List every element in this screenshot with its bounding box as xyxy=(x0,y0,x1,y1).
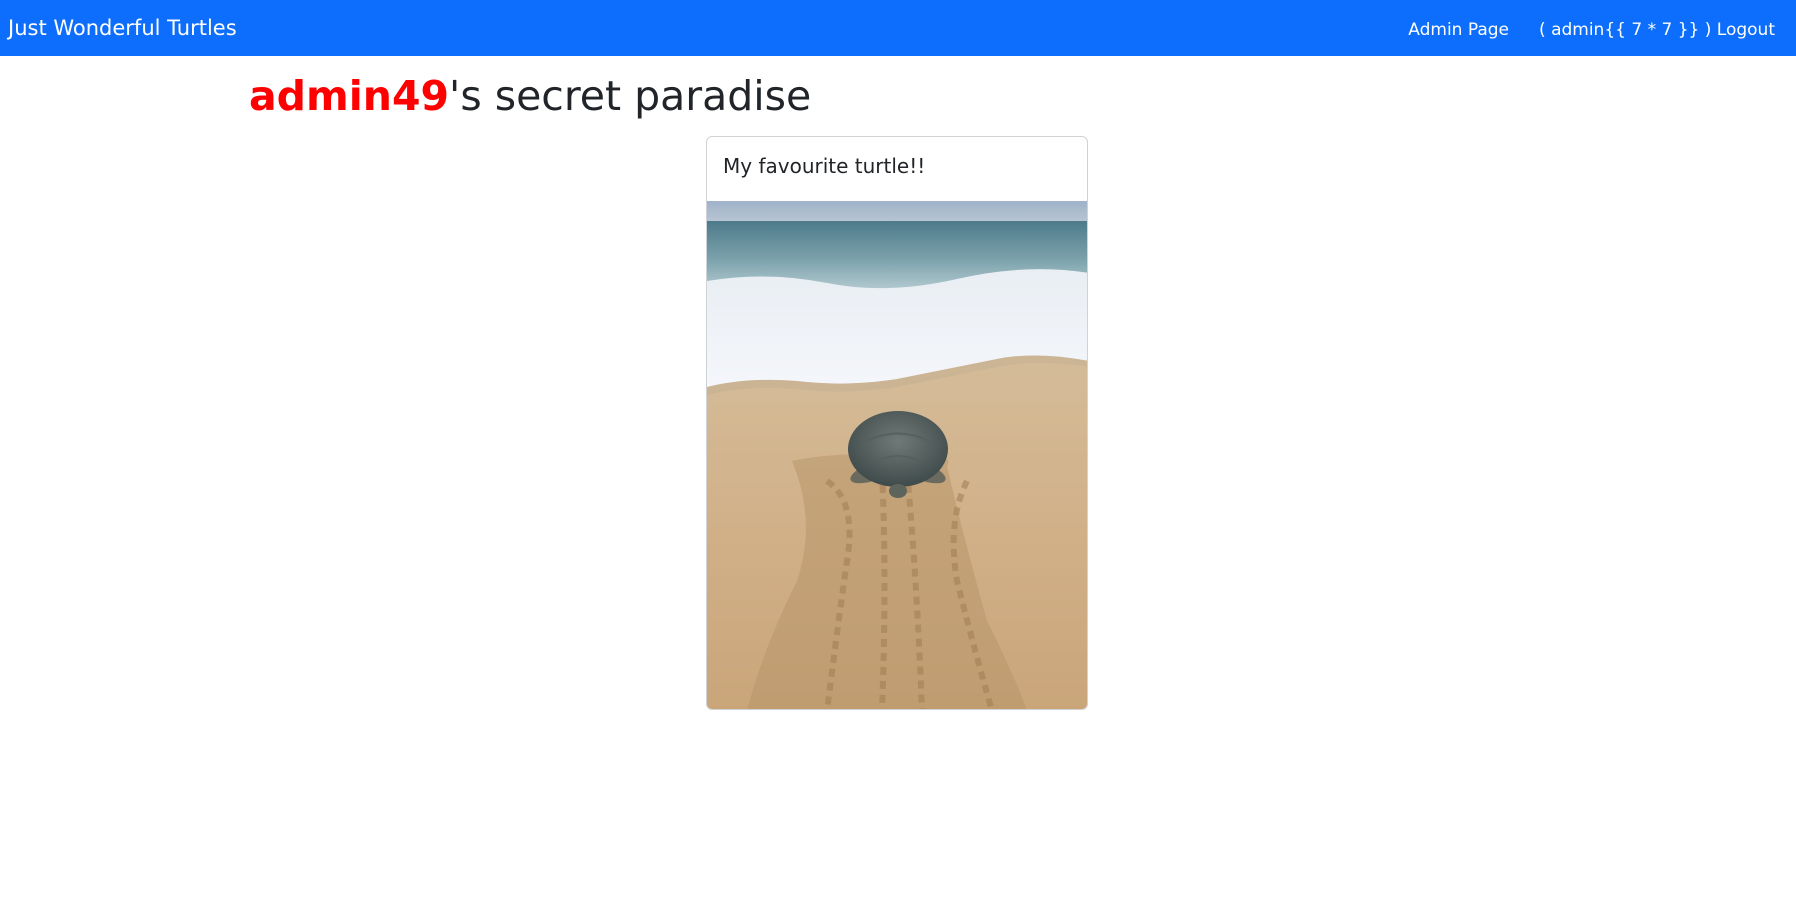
admin-page-link[interactable]: Admin Page xyxy=(1408,19,1509,41)
turtle-card: My favourite turtle!! xyxy=(706,136,1088,710)
turtle-shell xyxy=(848,411,948,487)
sky-area xyxy=(707,201,1087,223)
brand-link[interactable]: Just Wonderful Turtles xyxy=(8,15,237,41)
card-caption: My favourite turtle!! xyxy=(723,154,926,178)
title-username: admin49 xyxy=(249,72,450,120)
logout-link[interactable]: ( admin{{ 7 * 7 }} ) Logout xyxy=(1539,19,1775,41)
navbar-links: Admin Page ( admin{{ 7 * 7 }} ) Logout xyxy=(1408,19,1775,41)
page-title: admin49's secret paradise xyxy=(249,70,811,122)
navbar: Just Wonderful Turtles Admin Page ( admi… xyxy=(0,0,1796,56)
turtle-beach-image xyxy=(707,201,1087,709)
title-suffix: 's secret paradise xyxy=(449,72,812,120)
